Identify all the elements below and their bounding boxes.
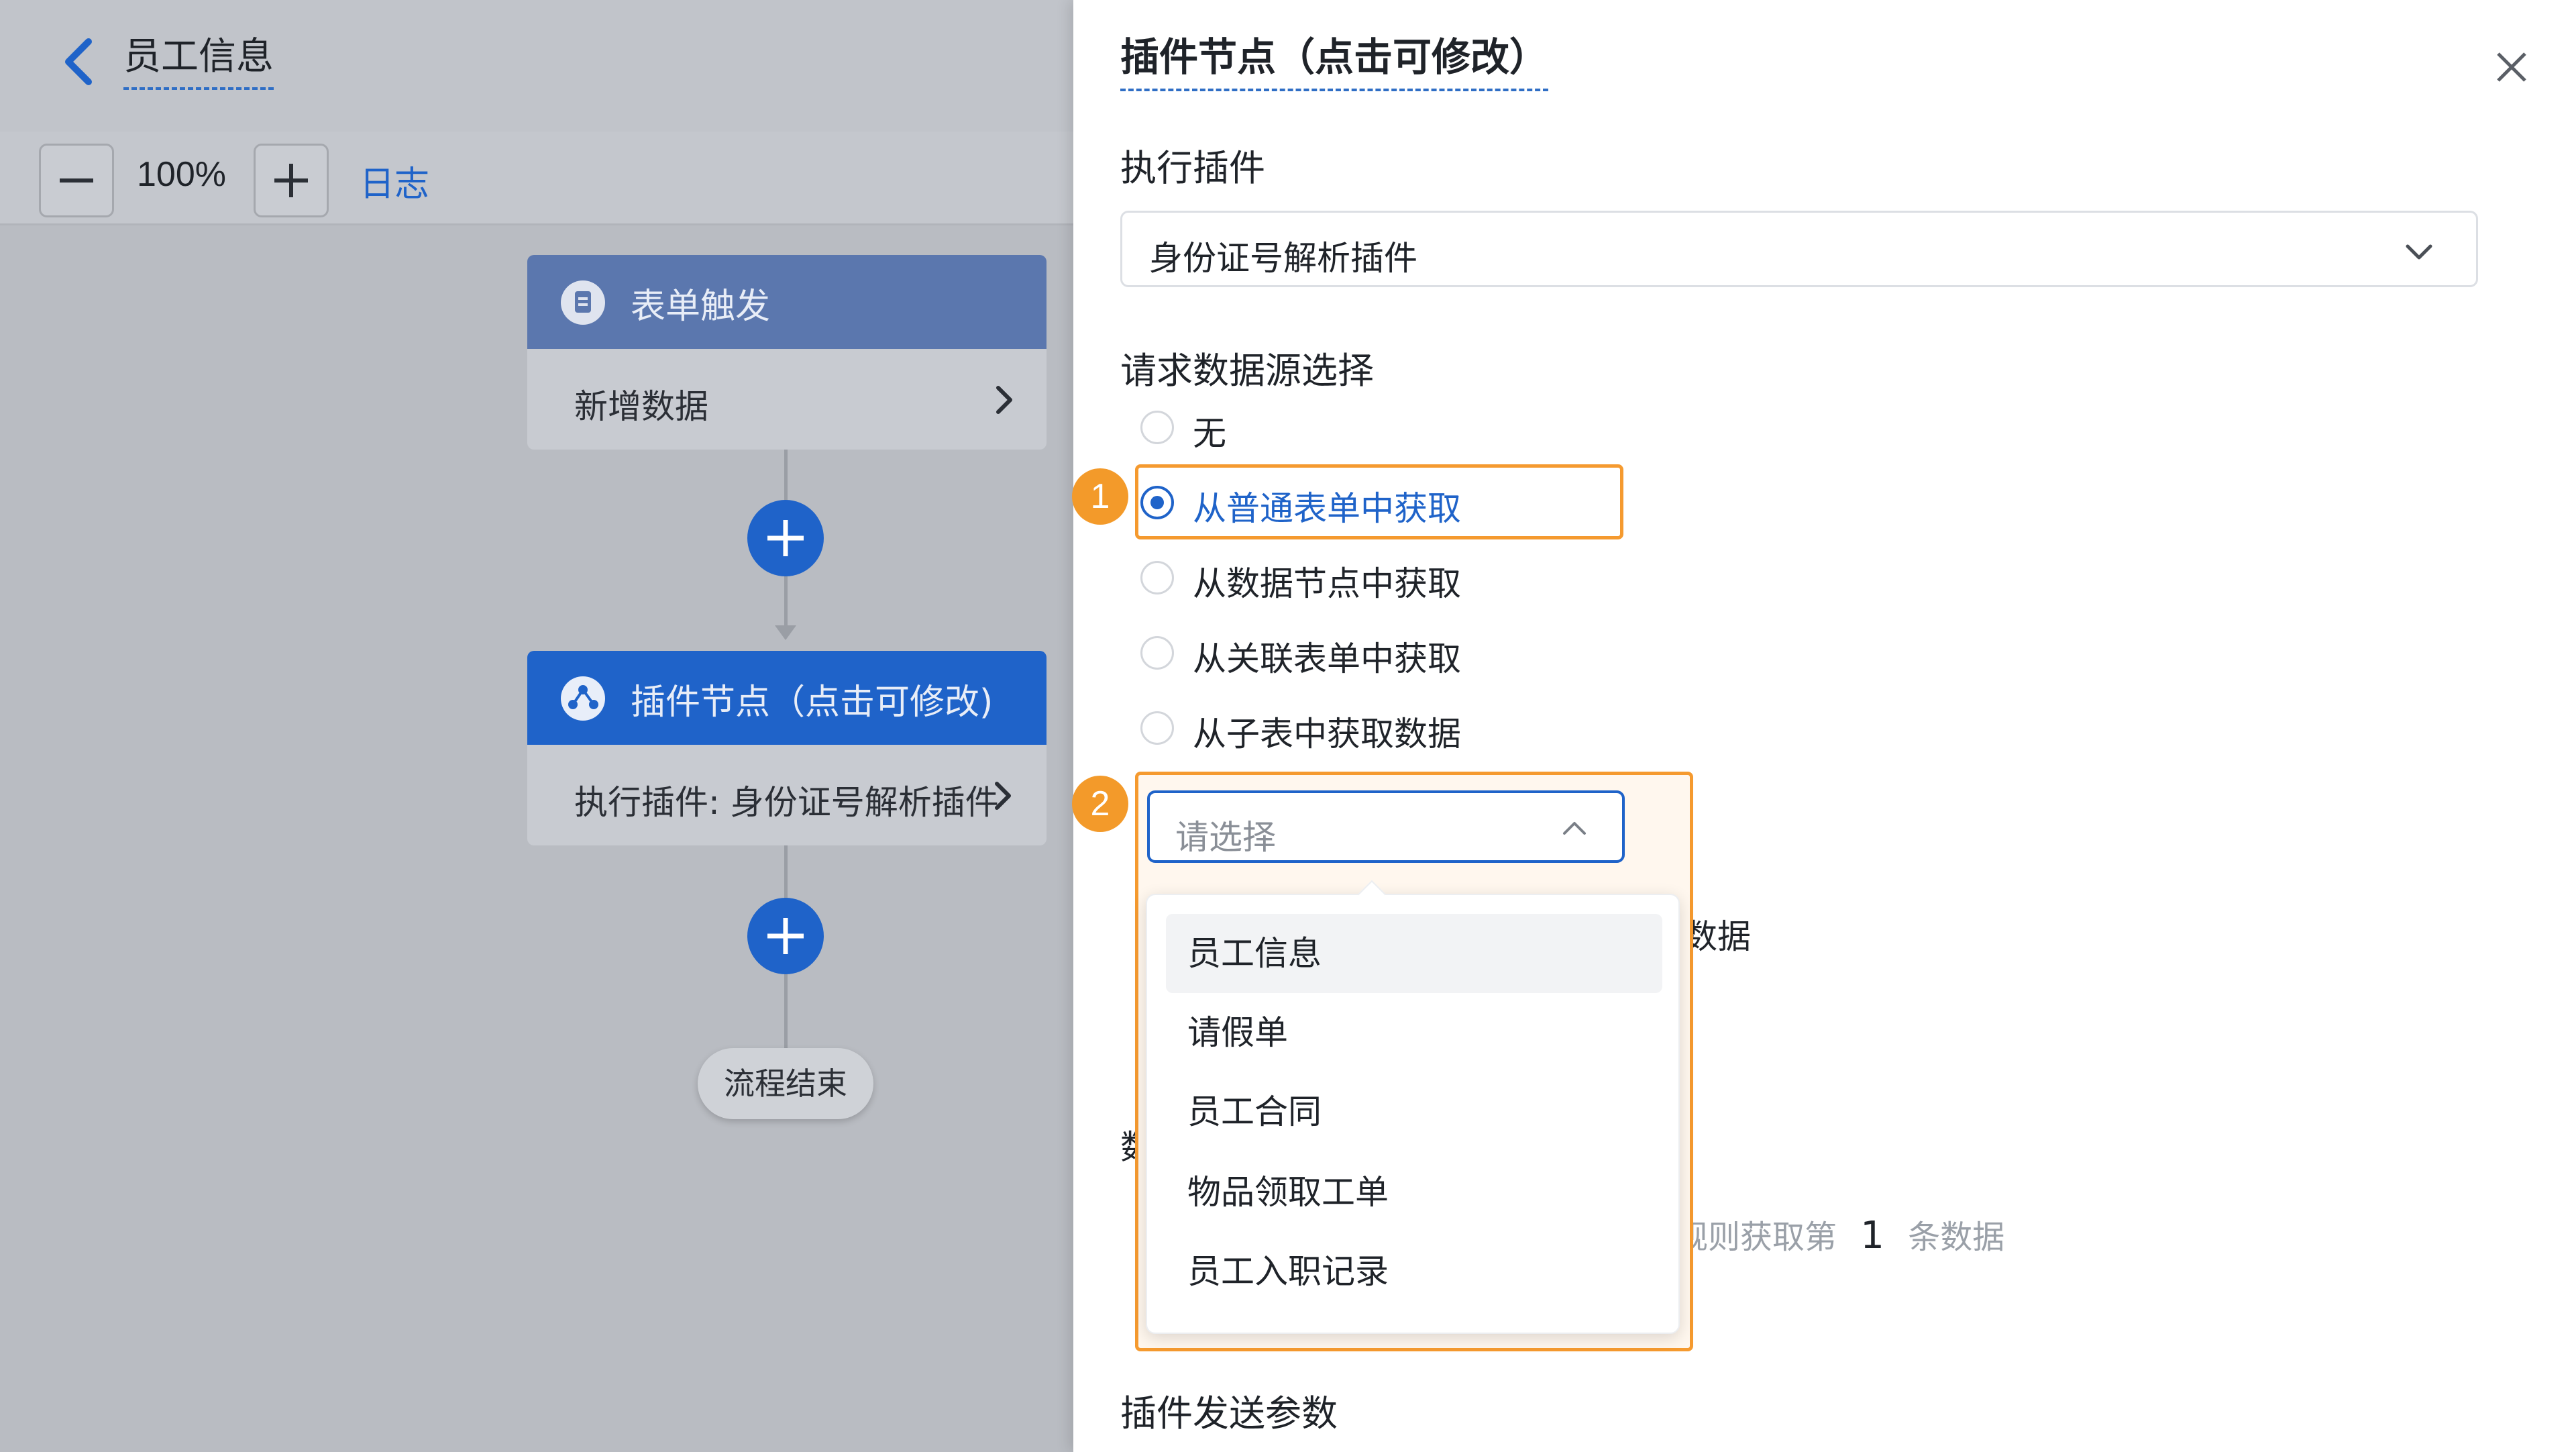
radio-button[interactable] [1140, 636, 1174, 670]
dropdown-option[interactable]: 物品领取工单 [1166, 1153, 1662, 1232]
exec-plugin-label: 执行插件 [1120, 147, 1265, 189]
dropdown-option[interactable]: 员工合同 [1166, 1072, 1662, 1151]
close-icon[interactable] [2491, 47, 2532, 87]
trigger-node-title: 表单触发 [631, 287, 771, 327]
minus-icon [60, 178, 93, 183]
rule-text: 规则获取第 1 条数据 [1676, 1210, 2004, 1257]
exec-plugin-select[interactable]: 身份证号解析插件 [1120, 211, 2478, 287]
back-arrow-icon[interactable] [56, 35, 103, 89]
dropdown-option[interactable]: 员工信息 [1166, 914, 1662, 993]
plus-icon [767, 918, 804, 954]
plugin-node-detail-text: 执行插件: 身份证号解析插件 [574, 783, 999, 822]
arrow-down-icon [775, 625, 796, 640]
step-badge-2: 2 [1072, 776, 1128, 832]
log-link[interactable]: 日志 [360, 156, 429, 206]
form-select-dropdown: 员工信息 请假单 员工合同 物品领取工单 员工入职记录 [1146, 880, 1680, 1334]
zoom-out-button[interactable] [39, 144, 114, 217]
form-icon [561, 280, 605, 325]
chevron-up-icon [1563, 822, 1586, 835]
panel-title[interactable]: 插件节点（点击可修改） [1120, 34, 1549, 91]
node-settings-panel: 插件节点（点击可修改） 执行插件 身份证号解析插件 请求数据源选择 无 从普通表… [1072, 0, 2576, 1452]
dropdown-option[interactable]: 请假单 [1166, 993, 1662, 1072]
plugin-node-detail[interactable]: 执行插件: 身份证号解析插件 [527, 745, 1046, 845]
trigger-node-detail-text: 新增数据 [574, 387, 708, 426]
source-option-label: 无 [1193, 414, 1226, 453]
top-bar: 员工信息 [0, 0, 1073, 132]
app-title[interactable]: 员工信息 [123, 34, 274, 90]
add-node-button[interactable] [747, 898, 824, 974]
zoom-level: 100% [137, 155, 226, 194]
send-params-label: 插件发送参数 [1120, 1392, 1338, 1435]
radio-button[interactable] [1140, 411, 1174, 444]
highlight-box-1 [1135, 464, 1623, 539]
form-select-combobox[interactable]: 请选择 [1147, 790, 1625, 863]
radio-button[interactable] [1140, 711, 1174, 745]
chevron-right-icon [995, 782, 1011, 810]
chevron-down-icon [2406, 244, 2432, 260]
exec-plugin-value: 身份证号解析插件 [1149, 239, 1417, 278]
plugin-icon [561, 676, 605, 721]
plus-icon [767, 520, 804, 556]
trigger-node-detail[interactable]: 新增数据 [527, 349, 1046, 450]
rule-text-suffix: 条数据 [1908, 1218, 2005, 1256]
data-source-label: 请求数据源选择 [1120, 350, 1374, 392]
rule-number[interactable]: 1 [1860, 1214, 1884, 1257]
form-select-placeholder: 请选择 [1175, 818, 1276, 857]
trigger-node-header[interactable]: 表单触发 [527, 255, 1046, 349]
rule-text-prefix: 规则获取第 [1676, 1218, 1837, 1256]
chevron-right-icon [996, 386, 1012, 414]
source-option-label: 从关联表单中获取 [1193, 639, 1461, 678]
plus-icon [274, 164, 308, 197]
radio-button[interactable] [1140, 561, 1174, 594]
add-node-button[interactable] [747, 500, 824, 576]
source-option-label: 从数据节点中获取 [1193, 564, 1461, 603]
end-node: 流程结束 [698, 1048, 873, 1119]
zoom-in-button[interactable] [254, 144, 329, 217]
plugin-node-title: 插件节点（点击可修改) [631, 682, 994, 723]
source-option-label: 从子表中获取数据 [1193, 715, 1461, 754]
dropdown-option[interactable]: 员工入职记录 [1166, 1232, 1662, 1311]
step-badge-1: 1 [1072, 468, 1128, 525]
workflow-canvas: 员工信息 100% 日志 表单触发 新增数据 插件节点（点击可修改) 执行插件:… [0, 0, 1073, 1452]
plugin-node-header[interactable]: 插件节点（点击可修改) [527, 651, 1046, 745]
